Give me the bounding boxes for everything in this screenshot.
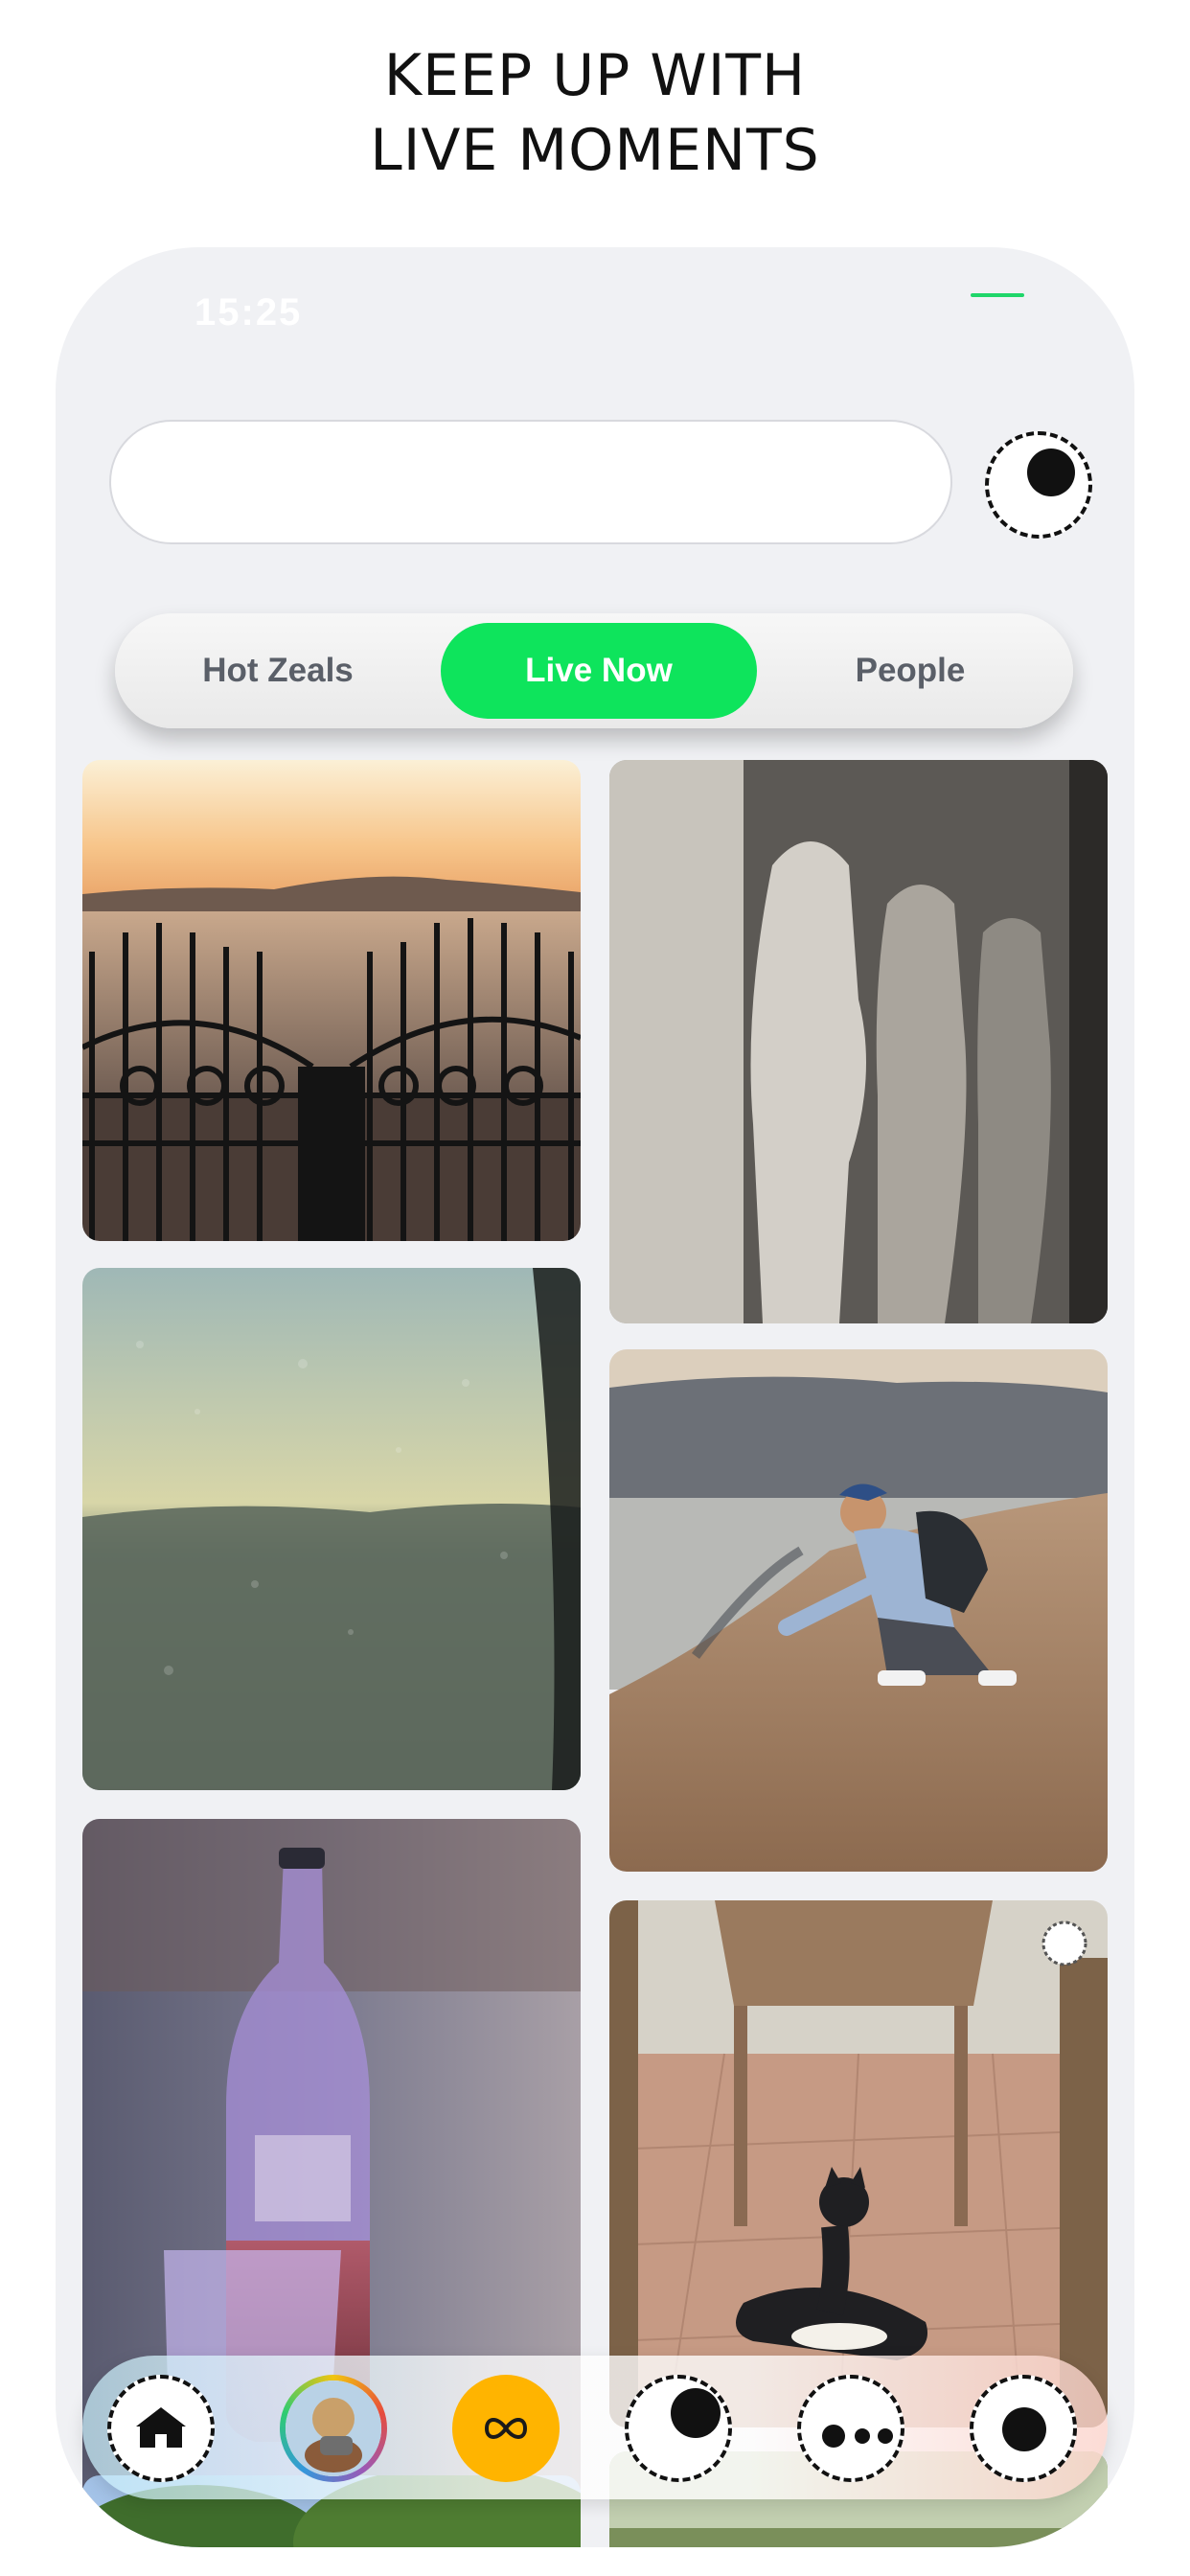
tab-live-now[interactable]: Live Now bbox=[441, 623, 757, 719]
avatar[interactable] bbox=[280, 2375, 387, 2482]
record-icon[interactable] bbox=[625, 2375, 732, 2482]
more-dot-icon bbox=[822, 2425, 845, 2448]
record-dot-icon bbox=[671, 2388, 721, 2438]
tab-people[interactable]: People bbox=[786, 623, 1035, 719]
sunset-gate-photo[interactable] bbox=[82, 760, 581, 1241]
infinity-icon bbox=[484, 2418, 528, 2439]
tab-bar: Hot Zeals Live Now People bbox=[115, 613, 1073, 728]
rainy-window-photo[interactable] bbox=[82, 1268, 581, 1790]
more-icon[interactable] bbox=[797, 2375, 904, 2482]
camera-icon[interactable] bbox=[970, 2375, 1077, 2482]
bottom-nav bbox=[82, 2356, 1108, 2499]
status-time: 15:25 bbox=[195, 291, 303, 334]
beach-man-photo[interactable] bbox=[609, 1349, 1108, 1872]
profile-button[interactable] bbox=[985, 431, 1092, 539]
headline-line-1: KEEP UP WITH bbox=[383, 42, 807, 109]
headline: KEEP UP WITH LIVE MOMENTS bbox=[0, 38, 1190, 188]
profile-dot-icon bbox=[1027, 448, 1075, 496]
status-indicator bbox=[971, 293, 1024, 297]
more-dot-icon bbox=[878, 2428, 893, 2444]
more-dot-icon bbox=[855, 2428, 870, 2444]
search-input[interactable] bbox=[109, 420, 952, 544]
headline-line-2: LIVE MOMENTS bbox=[370, 117, 820, 184]
home-icon[interactable] bbox=[107, 2375, 215, 2482]
statue-relief-photo[interactable] bbox=[609, 760, 1108, 1323]
infinity-button[interactable] bbox=[452, 2375, 560, 2482]
cat-patio-photo[interactable] bbox=[609, 1900, 1108, 2427]
tab-hot-zeals[interactable]: Hot Zeals bbox=[153, 623, 402, 719]
phone-screen: 15:25 Hot Zeals Live Now People bbox=[56, 247, 1134, 2547]
camera-dot-icon bbox=[1002, 2407, 1046, 2451]
